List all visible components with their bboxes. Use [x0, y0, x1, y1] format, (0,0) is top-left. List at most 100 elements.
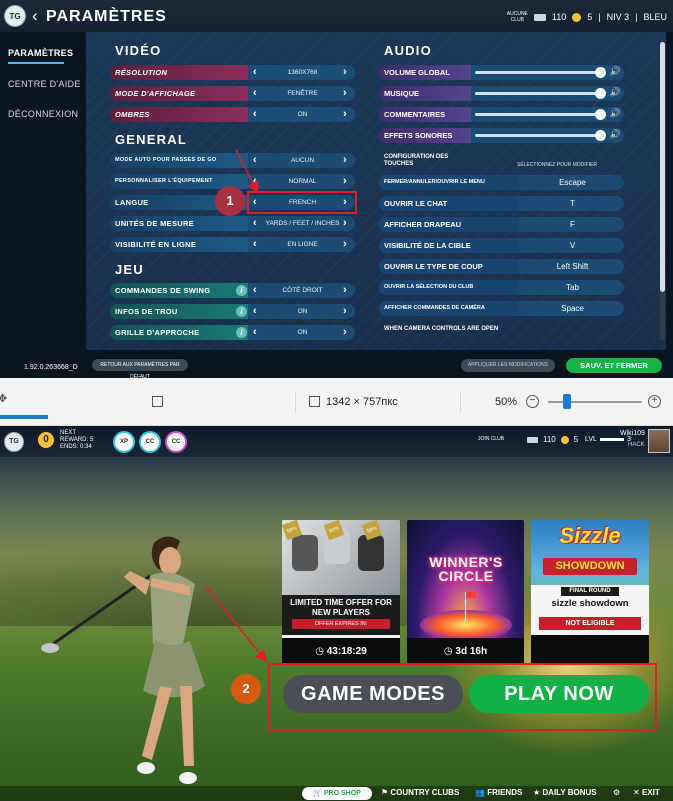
arrow-right-icon[interactable]: › — [343, 283, 347, 298]
arrow-right-icon[interactable]: › — [343, 237, 347, 252]
arrow-left-icon[interactable]: ‹ — [253, 237, 257, 252]
setting-row-display-mode[interactable]: MODE D'AFFICHAGE ‹ FENÊTRE › — [110, 86, 355, 101]
arrow-right-icon[interactable]: › — [343, 216, 347, 231]
setting-row-online-visibility[interactable]: VISIBILITÉ EN LIGNE ‹ EN LIGNE › — [110, 237, 355, 252]
arrow-right-icon[interactable]: › — [343, 325, 347, 340]
slider-music[interactable]: MUSIQUE 🔊 — [379, 86, 624, 101]
offer-card[interactable]: 50% 50% 50% LIMITED TIME OFFER FOR NEW P… — [282, 520, 400, 665]
setting-row-hole-info[interactable]: INFOS DE TROU i ‹ ON › — [110, 304, 355, 319]
arrow-right-icon[interactable]: › — [343, 304, 347, 319]
crop-icon[interactable] — [152, 396, 163, 407]
key-row-target[interactable]: VISIBILITÉ DE LA CIBLE V — [379, 238, 624, 253]
arrow-left-icon[interactable]: ‹ — [253, 174, 257, 189]
info-icon[interactable]: i — [236, 327, 247, 338]
setting-row-approach-grid[interactable]: GRILLE D'APPROCHE i ‹ ON › — [110, 325, 355, 340]
challenge-cc-icon[interactable]: CC — [139, 431, 161, 453]
arrow-right-icon[interactable]: › — [343, 107, 347, 122]
arrow-left-icon[interactable]: ‹ — [253, 325, 257, 340]
key-row-flag[interactable]: AFFICHER DRAPEAU F — [379, 217, 624, 232]
image-editor-toolbar: ✥ 1342 × 757пкс 50% − + — [0, 378, 673, 426]
level-indicator: LVL 3 — [585, 436, 631, 443]
slider-knob[interactable] — [594, 88, 606, 99]
avatar[interactable] — [648, 429, 670, 453]
setting-row-units[interactable]: UNITÉS DE MESURE ‹ YARDS / FEET / INCHES… — [110, 216, 355, 231]
arrow-left-icon[interactable]: ‹ — [253, 216, 257, 231]
arrow-right-icon[interactable]: › — [343, 174, 347, 189]
challenge-cc-icon[interactable]: CC — [165, 431, 187, 453]
annotation-highlight-language — [247, 191, 357, 214]
setting-row-resolution[interactable]: RÉSOLUTION ‹ 1360X768 › — [110, 65, 355, 80]
save-close-button[interactable]: SAUV. ET FERMER — [566, 358, 662, 373]
arrow-right-icon[interactable]: › — [343, 65, 347, 80]
arrow-right-icon[interactable]: › — [343, 86, 347, 101]
key-value[interactable]: Space — [521, 301, 624, 316]
zoom-level-label: 50% — [495, 396, 518, 408]
arrow-left-icon[interactable]: ‹ — [253, 153, 257, 168]
zoom-out-button[interactable]: − — [526, 395, 539, 408]
key-label: AFFICHER DRAPEAU — [379, 217, 519, 232]
username-label[interactable]: Wiki109 — [620, 430, 645, 437]
exit-button[interactable]: ✕ EXIT — [633, 788, 660, 797]
key-row-menu[interactable]: FERMER/ANNULER/OUVRIR LE MENU Escape — [379, 175, 624, 190]
nav-item-parametres[interactable]: PARAMÈTRES — [8, 48, 73, 58]
slider-track[interactable] — [475, 71, 605, 74]
topgolf-logo[interactable]: TG — [4, 432, 24, 452]
challenge-xp-icon[interactable]: XP — [113, 431, 135, 453]
setting-row-shadows[interactable]: OMBRES ‹ ON › — [110, 107, 355, 122]
nav-item-logout[interactable]: DÉCONNEXION — [8, 109, 78, 119]
slider-track[interactable] — [475, 113, 605, 116]
arrow-left-icon[interactable]: ‹ — [253, 86, 257, 101]
setting-row-auto-mode[interactable]: MODE AUTO POUR PASSES DE GO ‹ AUCUN › — [110, 153, 355, 168]
key-row-club-select[interactable]: OUVRIR LA SÉLECTION DU CLUB Tab — [379, 280, 624, 295]
slider-global-volume[interactable]: VOLUME GLOBAL 🔊 — [379, 65, 624, 80]
sizzle-showdown-card[interactable]: Sizzle SHOWDOWN FINAL ROUND sizzle showd… — [531, 520, 649, 665]
setting-value: ON — [297, 308, 308, 315]
slider-knob[interactable] — [594, 67, 606, 78]
gear-icon[interactable]: ⚙ — [613, 788, 620, 797]
zoom-in-button[interactable]: + — [648, 395, 661, 408]
key-row-camera[interactable]: AFFICHER COMMANDES DE CAMÉRA Space — [379, 301, 624, 316]
arrow-left-icon[interactable]: ‹ — [253, 65, 257, 80]
key-value[interactable]: Tab — [521, 280, 624, 295]
info-icon[interactable]: i — [236, 285, 247, 296]
back-chevron-icon[interactable]: ‹ — [32, 6, 38, 26]
slider-sound-effects[interactable]: EFFETS SONORES 🔊 — [379, 128, 624, 143]
play-now-button[interactable]: PLAY NOW — [469, 675, 649, 713]
pro-shop-button[interactable]: 🛒 PRO SHOP — [302, 787, 372, 800]
key-value[interactable]: Left Shift — [521, 259, 624, 274]
settings-scrollbar[interactable] — [660, 40, 665, 340]
arrow-left-icon[interactable]: ‹ — [253, 304, 257, 319]
slider-knob[interactable] — [594, 130, 606, 141]
key-value[interactable]: Escape — [521, 175, 624, 190]
reward-coin-icon[interactable]: 0 — [36, 430, 56, 450]
arrow-right-icon[interactable]: › — [343, 153, 347, 168]
info-icon[interactable]: i — [236, 306, 247, 317]
slider-commentary[interactable]: COMMENTAIRES 🔊 — [379, 107, 624, 122]
apply-changes-button[interactable]: APPLIQUER LES MODIFICATIONS — [461, 359, 555, 372]
arrow-left-icon[interactable]: ‹ — [253, 283, 257, 298]
setting-label: OMBRES — [110, 107, 248, 122]
nav-item-help-center[interactable]: CENTRE D'AIDE — [8, 79, 81, 89]
winners-circle-card[interactable]: WINNER'S CIRCLE ◷ 3d 16h — [407, 520, 524, 665]
key-row-shot-type[interactable]: OUVRIR LE TYPE DE COUP Left Shift — [379, 259, 624, 274]
reset-defaults-button[interactable]: RETOUR AUX PARAMÈTRES PAR DÉFAUT — [92, 359, 188, 378]
key-value[interactable]: T — [521, 196, 624, 211]
key-value[interactable]: V — [521, 238, 624, 253]
key-row-chat[interactable]: OUVRIR LE CHAT T — [379, 196, 624, 211]
slider-track[interactable] — [475, 134, 605, 137]
nav-active-indicator — [8, 62, 64, 64]
scrollbar-thumb[interactable] — [660, 42, 665, 292]
friends-button[interactable]: 👥 FRIENDS — [475, 788, 522, 797]
zoom-slider-thumb[interactable] — [562, 394, 571, 409]
star-icon: ★ — [533, 788, 543, 797]
country-clubs-button[interactable]: ⚑ COUNTRY CLUBS — [381, 788, 459, 797]
join-club-label[interactable]: JOIN CLUB — [478, 436, 504, 442]
key-value[interactable]: F — [521, 217, 624, 232]
setting-row-swing-controls[interactable]: COMMANDES DE SWING i ‹ CÔTÉ DROIT › — [110, 283, 355, 298]
game-modes-button[interactable]: GAME MODES — [283, 675, 463, 713]
slider-track[interactable] — [475, 92, 605, 95]
daily-bonus-button[interactable]: ★ DAILY BONUS — [533, 788, 597, 797]
move-icon[interactable]: ✥ — [0, 392, 7, 405]
arrow-left-icon[interactable]: ‹ — [253, 107, 257, 122]
slider-knob[interactable] — [594, 109, 606, 120]
